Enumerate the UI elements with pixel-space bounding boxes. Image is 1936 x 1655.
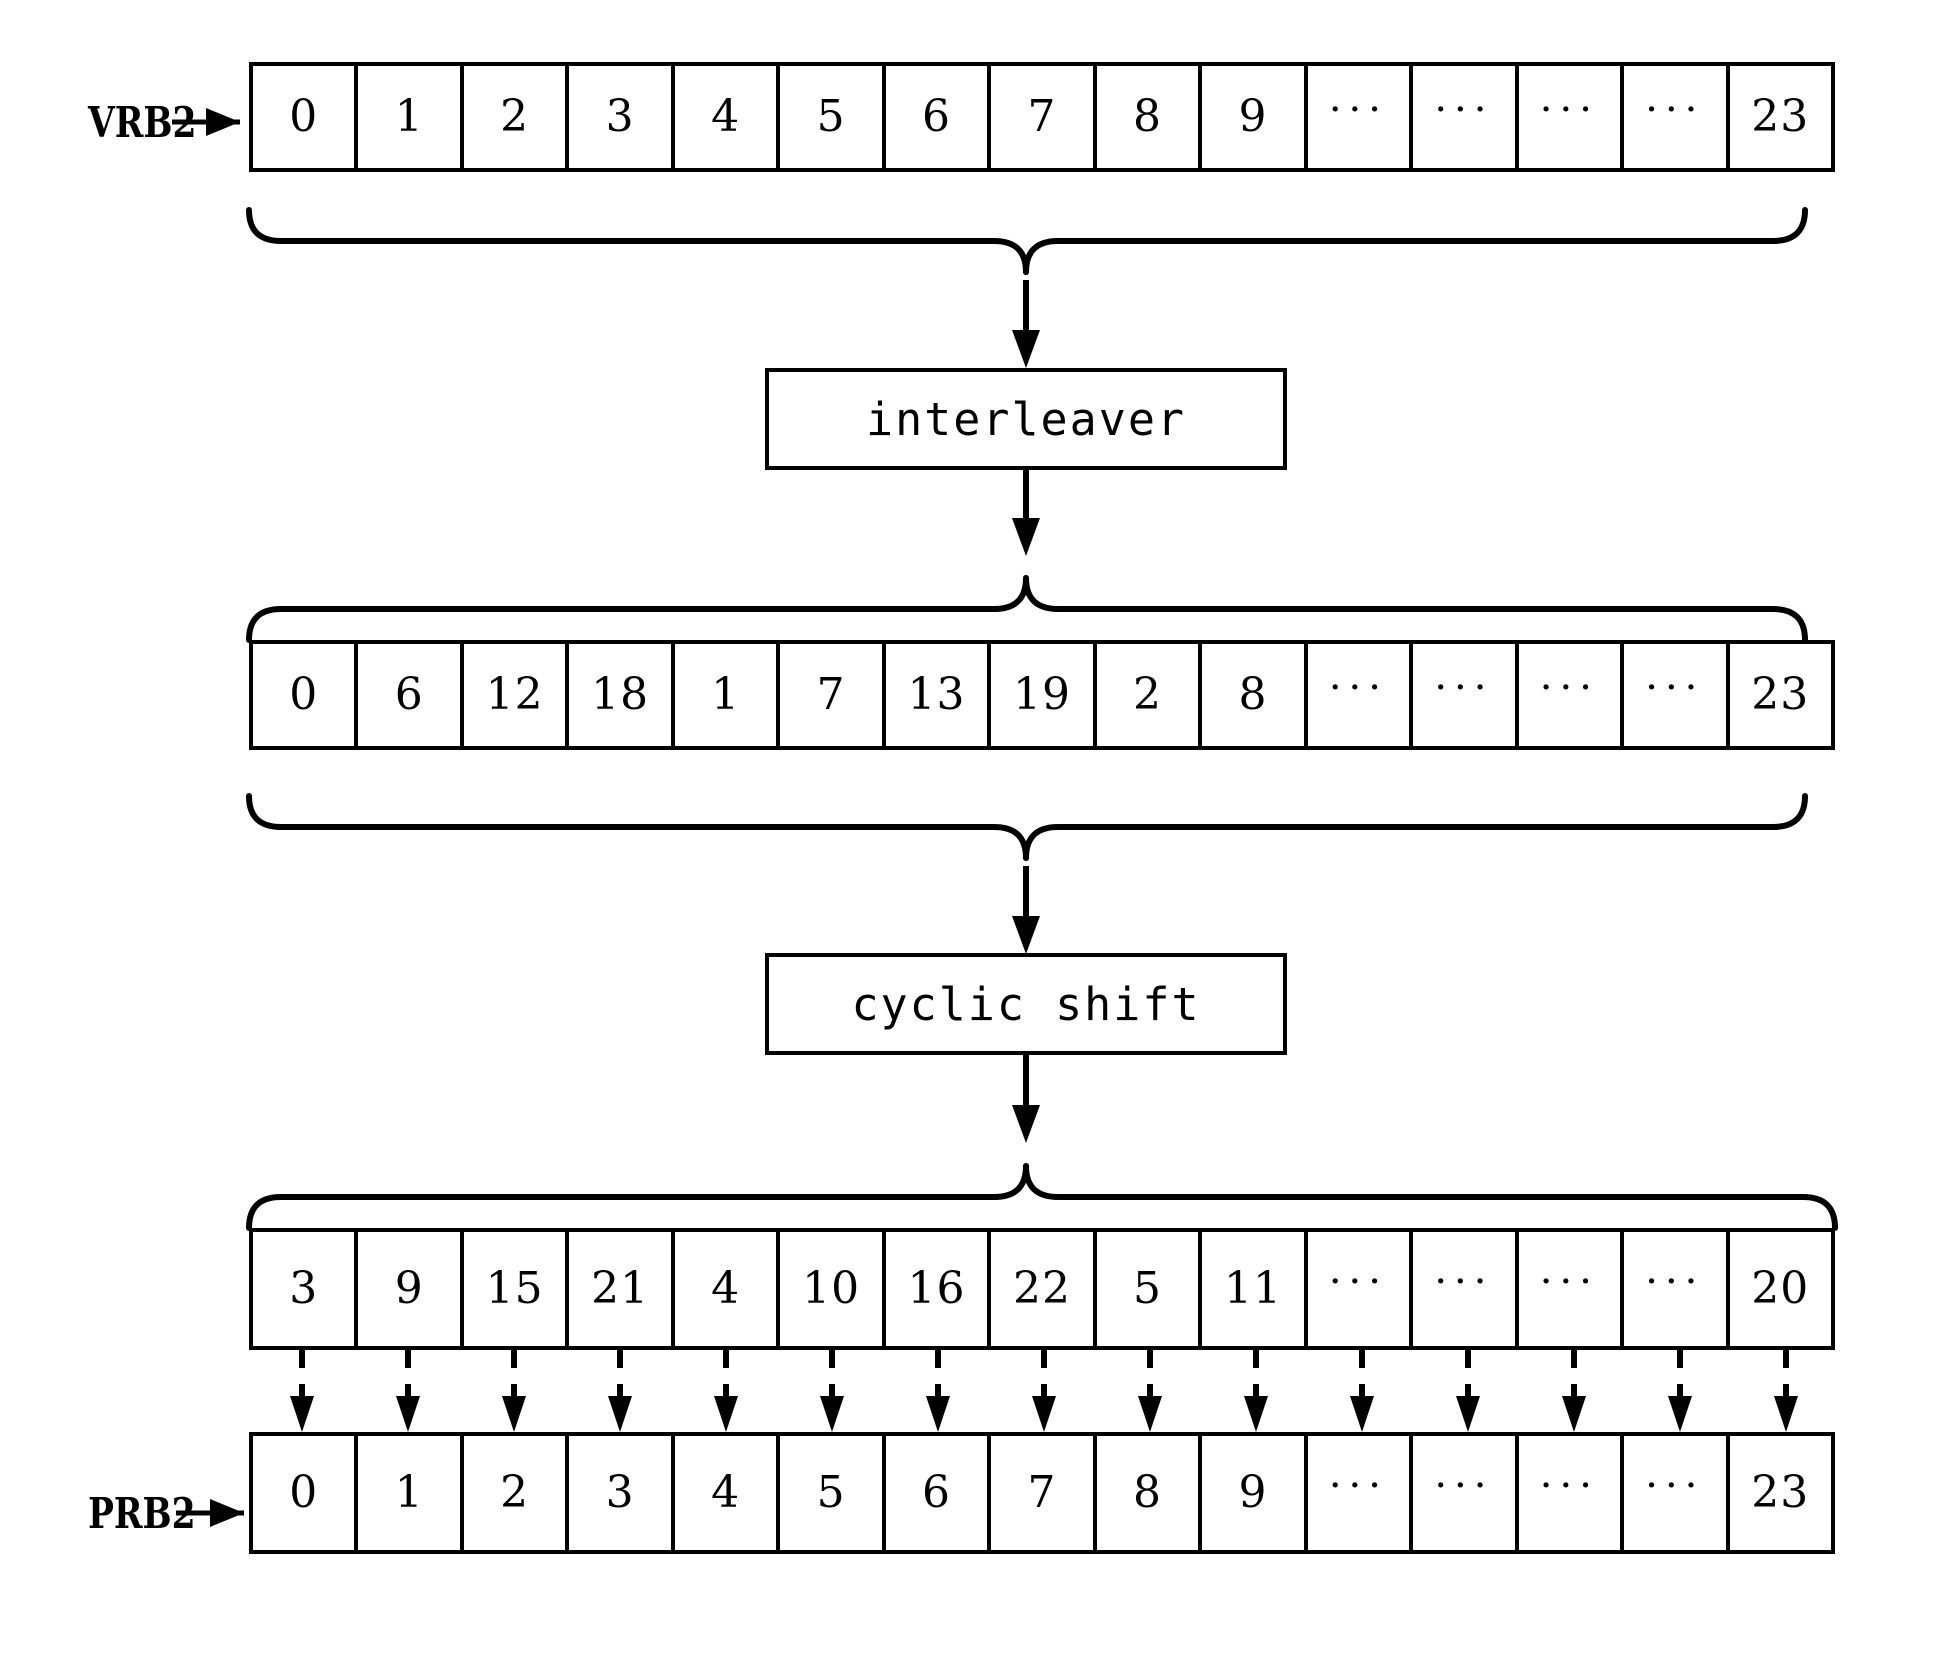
- cell: 1: [358, 66, 464, 168]
- cell-ellipsis: ···: [1413, 644, 1519, 746]
- cell-ellipsis: ···: [1308, 1232, 1414, 1346]
- cell: 7: [991, 66, 1097, 168]
- cell: 5: [1097, 1232, 1203, 1346]
- cell-ellipsis: ···: [1519, 644, 1625, 746]
- cell: 8: [1202, 644, 1308, 746]
- cell: 3: [569, 66, 675, 168]
- cell: 0: [253, 1436, 359, 1550]
- cell: 23: [1751, 669, 1810, 720]
- arrow-cyclic-shift-to-row3: [1012, 1055, 1040, 1143]
- cell: 2: [464, 1436, 570, 1550]
- cell: 6: [886, 1436, 992, 1550]
- figure-vrb-prb-mapping: VRB2 0 1 2 3 4 5 6 7 8 9 ··· ··· ··· ···…: [0, 0, 1936, 1655]
- row-after-interleaver: 0 6 12 18 1 7 13 19 2 8 ··· ··· ··· ··· …: [249, 640, 1835, 750]
- cell: 20: [1751, 1263, 1810, 1314]
- arrow-row2-to-cyclic-shift: [1012, 866, 1040, 954]
- cell-ellipsis: ···: [1519, 1436, 1625, 1550]
- cell: 1: [358, 1436, 464, 1550]
- cell: 7: [991, 1436, 1097, 1550]
- cell-ellipsis: ···: [1413, 66, 1519, 168]
- cell-ellipsis: ···: [1519, 66, 1625, 168]
- cell: 1: [675, 644, 781, 746]
- brace-under-row1: [246, 207, 1808, 275]
- block-interleaver-label: interleaver: [865, 392, 1186, 446]
- cell-ellipsis: ···: [1519, 1232, 1625, 1346]
- brace-above-row3: [246, 1163, 1838, 1231]
- cell: 12: [464, 644, 570, 746]
- brace-above-row2: [246, 575, 1808, 643]
- cell: 13: [886, 644, 992, 746]
- cell: 23: [1751, 91, 1810, 142]
- cell: 0: [253, 66, 359, 168]
- cell: 2: [1097, 644, 1203, 746]
- block-interleaver: interleaver: [765, 368, 1287, 470]
- cell-ellipsis: ···: [1413, 1436, 1519, 1550]
- cell: 9: [358, 1232, 464, 1346]
- cell-ellipsis: ···: [1624, 644, 1730, 746]
- cell: 21: [569, 1232, 675, 1346]
- cell: 6: [886, 66, 992, 168]
- row-prb-output: 0 1 2 3 4 5 6 7 8 9 ··· ··· ··· ··· 23: [249, 1432, 1835, 1554]
- cell: 0: [253, 644, 359, 746]
- dashed-mapping-arrows: [290, 1350, 1798, 1432]
- row-after-cyclic-shift: 3 9 15 21 4 10 16 22 5 11 ··· ··· ··· ··…: [249, 1228, 1835, 1350]
- connector-overlay: [172, 108, 1838, 1527]
- cell: 4: [675, 1232, 781, 1346]
- block-cyclic-shift: cyclic shift: [765, 953, 1287, 1055]
- cell-ellipsis: ···: [1308, 644, 1414, 746]
- cell: 10: [780, 1232, 886, 1346]
- cell-ellipsis: ···: [1624, 1232, 1730, 1346]
- brace-under-row2: [246, 793, 1808, 861]
- cell: 22: [991, 1232, 1097, 1346]
- cell: 15: [464, 1232, 570, 1346]
- cell: 8: [1097, 1436, 1203, 1550]
- cell-ellipsis: ···: [1624, 66, 1730, 168]
- cell-ellipsis: ···: [1413, 1232, 1519, 1346]
- cell: 4: [675, 1436, 781, 1550]
- cell: 3: [569, 1436, 675, 1550]
- cell: 18: [569, 644, 675, 746]
- input-label-vrb2: VRB2: [88, 98, 197, 147]
- row-vrb-input: 0 1 2 3 4 5 6 7 8 9 ··· ··· ··· ··· 23: [249, 62, 1835, 172]
- cell-ellipsis: ···: [1308, 1436, 1414, 1550]
- cell: 16: [886, 1232, 992, 1346]
- cell: 2: [464, 66, 570, 168]
- output-label-prb2: PRB2: [88, 1489, 196, 1538]
- cell: 7: [780, 644, 886, 746]
- cell-ellipsis: ···: [1624, 1436, 1730, 1550]
- arrow-row1-to-interleaver: [1012, 280, 1040, 368]
- cell: 9: [1202, 66, 1308, 168]
- cell: 4: [675, 66, 781, 168]
- cell: 8: [1097, 66, 1203, 168]
- cell: 23: [1751, 1467, 1810, 1518]
- cell: 5: [780, 1436, 886, 1550]
- cell: 19: [991, 644, 1097, 746]
- cell-ellipsis: ···: [1308, 66, 1414, 168]
- cell: 6: [358, 644, 464, 746]
- cell: 3: [253, 1232, 359, 1346]
- cell: 9: [1202, 1436, 1308, 1550]
- block-cyclic-shift-label: cyclic shift: [851, 977, 1201, 1031]
- arrow-interleaver-to-row2: [1012, 470, 1040, 556]
- cell: 5: [780, 66, 886, 168]
- cell: 11: [1202, 1232, 1308, 1346]
